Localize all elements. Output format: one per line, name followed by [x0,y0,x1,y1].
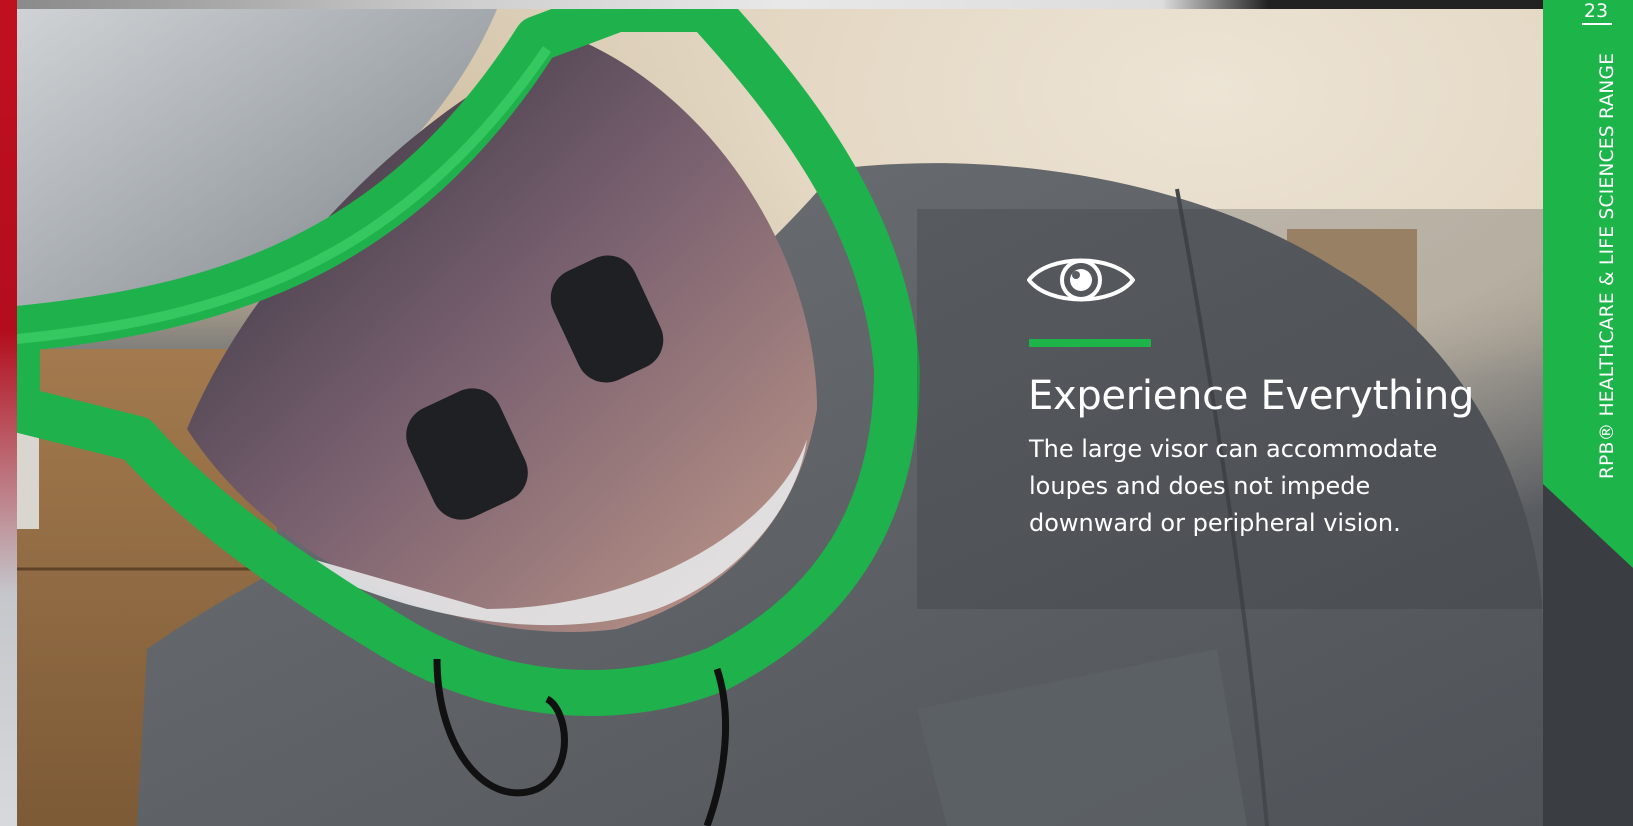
section-title: RPB® HEALTHCARE & LIFE SCIENCES RANGE [1597,52,1618,479]
top-edge-strip [17,0,1543,9]
page-number-rule [1582,23,1612,25]
feature-body: The large visor can accommodate loupes a… [1029,435,1438,537]
side-tab-background [1543,0,1633,568]
accent-rule [1029,339,1151,347]
section-side-tab [1543,0,1633,826]
left-edge-strip [0,0,17,826]
page-number: 23 [1583,0,1609,22]
feature-heading: Experience Everything [1028,373,1475,419]
eye-icon [1027,258,1135,302]
